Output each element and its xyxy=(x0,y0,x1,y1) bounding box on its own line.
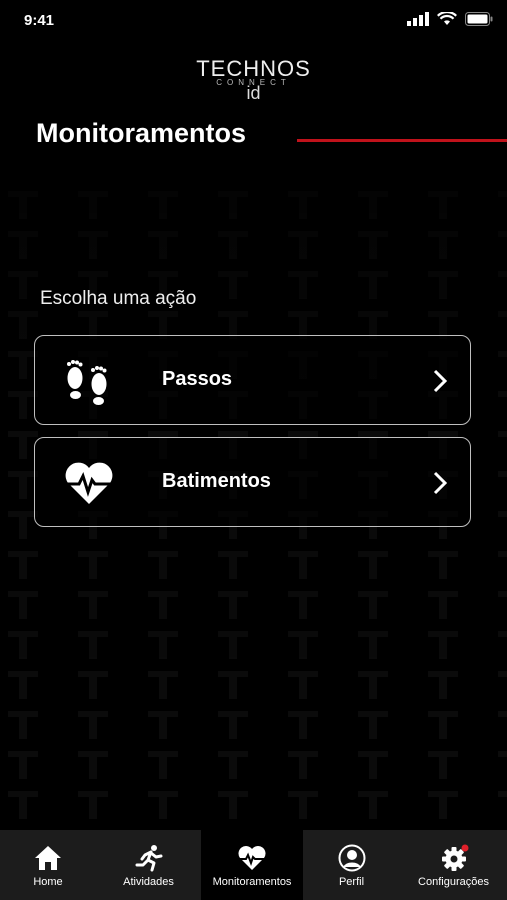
action-prompt: Escolha uma ação xyxy=(40,288,197,309)
tab-monitoramentos-label: Monitoramentos xyxy=(212,876,292,888)
batimentos-button[interactable]: Batimentos xyxy=(34,437,471,527)
signal-icon xyxy=(407,12,429,26)
logo-technos: TECHNOS xyxy=(196,56,311,81)
tab-configuracoes[interactable]: Configurações xyxy=(400,830,507,900)
tab-perfil[interactable]: Perfil xyxy=(303,830,400,900)
page-title: Monitoramentos xyxy=(36,118,247,148)
user-icon xyxy=(338,844,365,872)
runner-icon xyxy=(135,845,162,872)
chevron-right-icon xyxy=(433,471,448,495)
tab-atividades-label: Atividades xyxy=(123,876,174,888)
wifi-icon xyxy=(437,12,457,25)
passos-label: Passos xyxy=(162,368,233,390)
technos-connect-logo: TECHNOS CONNECT id xyxy=(0,56,507,103)
status-bar: 9:41 xyxy=(0,0,507,40)
tab-home-label: Home xyxy=(33,876,63,888)
gear-icon xyxy=(441,844,468,871)
logo-id: id xyxy=(246,83,261,103)
battery-icon xyxy=(465,12,493,26)
notification-badge xyxy=(461,844,468,852)
home-icon xyxy=(35,846,61,870)
tab-configuracoes-label: Configurações xyxy=(418,876,489,888)
tab-home[interactable]: Home xyxy=(0,830,96,900)
tab-monitoramentos[interactable]: Monitoramentos xyxy=(201,830,303,900)
status-icons xyxy=(407,12,493,26)
tab-atividades[interactable]: Atividades xyxy=(96,830,201,900)
status-time: 9:41 xyxy=(24,12,55,29)
tab-perfil-label: Perfil xyxy=(338,876,365,888)
heart-rate-icon xyxy=(238,846,266,870)
chevron-right-icon xyxy=(433,369,448,393)
batimentos-label: Batimentos xyxy=(162,470,271,492)
passos-button[interactable]: Passos xyxy=(34,335,471,425)
footprints-icon xyxy=(67,360,107,405)
heart-rate-icon xyxy=(63,462,115,504)
bottom-tab-bar: Home Atividades Monitoramentos Perfil Co… xyxy=(0,830,507,900)
title-accent-line xyxy=(297,139,507,142)
